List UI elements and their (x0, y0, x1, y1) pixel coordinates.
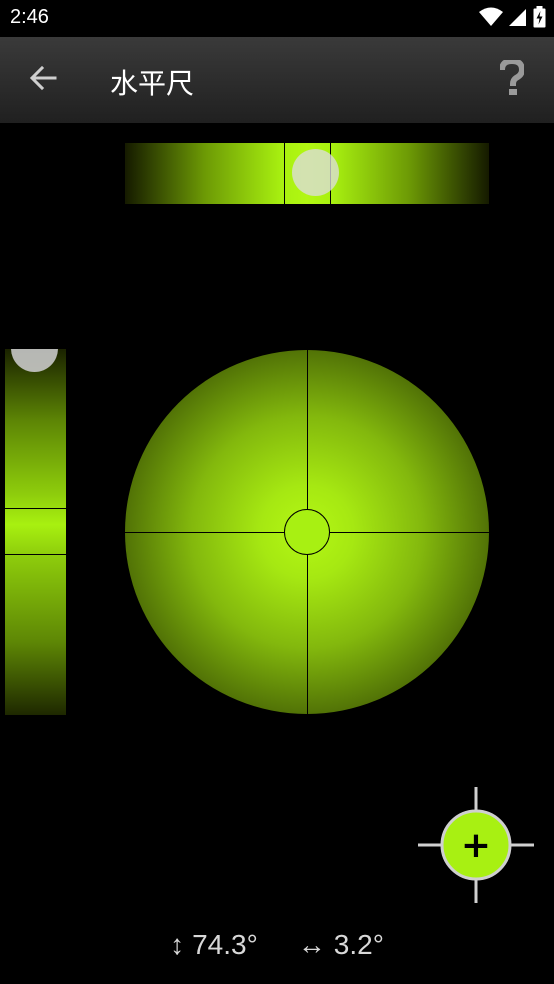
circular-bubble-level (125, 350, 489, 714)
plus-crosshair-icon: + (418, 787, 534, 903)
vertical-bubble-level (5, 349, 66, 715)
arrow-left-icon (29, 64, 57, 97)
help-button[interactable] (496, 57, 528, 103)
horizontal-angle-readout: ↔ 3.2° (298, 929, 384, 961)
signal-icon (509, 7, 527, 32)
app-bar: 水平尺 (0, 37, 554, 123)
horizontal-arrow-icon: ↔ (297, 929, 326, 960)
status-icons (479, 5, 546, 33)
center-target-ring (284, 509, 330, 555)
calibrate-plus-symbol: + (461, 825, 491, 866)
horizontal-bubble-level (125, 143, 489, 204)
angle-readout: ↕ 74.3° ↔ 3.2° (0, 925, 554, 965)
vertical-bubble (11, 349, 58, 372)
battery-charging-icon (533, 5, 546, 33)
calibrate-button[interactable]: + (418, 787, 534, 903)
vertical-angle-readout: ↕ 74.3° (170, 929, 258, 961)
status-bar: 2:46 (0, 0, 554, 37)
horizontal-angle-value: 3.2° (333, 929, 384, 960)
wifi-icon (479, 7, 503, 32)
back-button[interactable] (24, 61, 62, 99)
horizontal-bubble (292, 149, 339, 196)
vertical-level-top-line (5, 508, 66, 509)
question-mark-icon (499, 57, 526, 101)
vertical-level-bottom-line (5, 554, 66, 555)
page-title: 水平尺 (110, 68, 195, 99)
vertical-arrow-icon: ↕ (170, 929, 185, 960)
status-time: 2:46 (10, 6, 49, 28)
vertical-angle-value: 74.3° (192, 929, 258, 960)
horizontal-level-left-line (284, 143, 285, 204)
